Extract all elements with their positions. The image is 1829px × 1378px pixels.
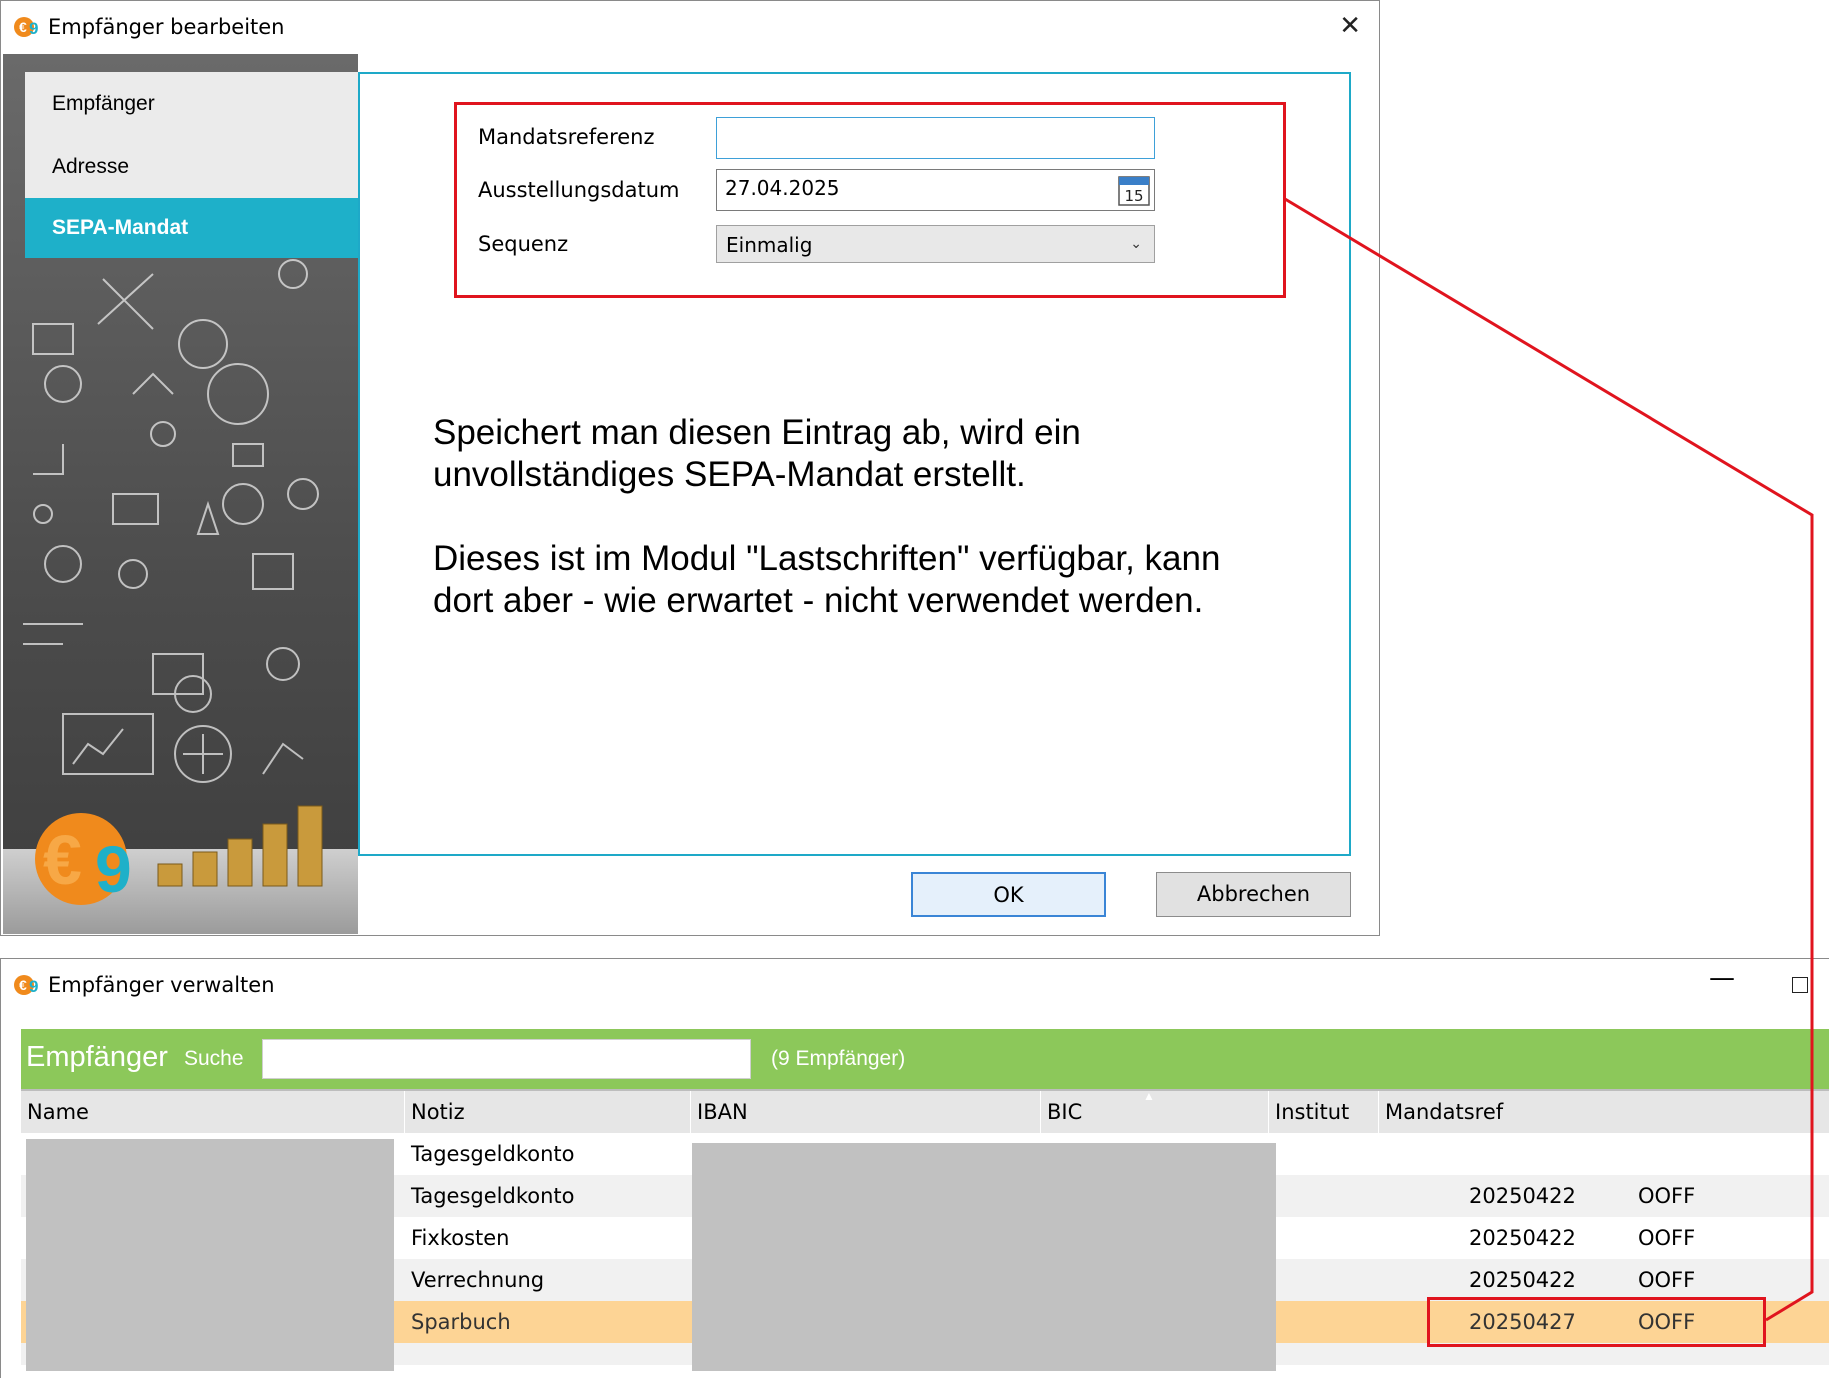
column-header-name[interactable]: Name <box>21 1091 405 1133</box>
recipient-count: (9 Empfänger) <box>771 1047 906 1070</box>
column-header-iban[interactable]: IBAN <box>691 1091 1041 1133</box>
nav-item-empfaenger[interactable]: Empfänger <box>25 72 358 135</box>
table-header: Name Notiz IBAN BIC ▲ Institut Mandatsre… <box>21 1089 1829 1133</box>
nav-item-sepa-mandat[interactable]: SEPA-Mandat <box>25 198 358 258</box>
recipients-header-bar: Empfänger Suche (9 Empfänger) <box>21 1029 1829 1089</box>
recipients-header-title: Empfänger <box>26 1041 168 1073</box>
column-header-institut[interactable]: Institut <box>1269 1091 1379 1133</box>
cancel-button[interactable]: Abbrechen <box>1156 872 1351 917</box>
cell-sequenz: OOFF <box>1638 1268 1696 1292</box>
search-input[interactable] <box>262 1039 751 1079</box>
calendar-day-label: 15 <box>1124 187 1143 205</box>
minimize-icon[interactable]: — <box>1709 963 1735 993</box>
maximize-icon[interactable] <box>1792 977 1808 993</box>
annotation-line-4: dort aber - wie erwartet - nicht verwend… <box>433 581 1204 620</box>
redacted-iban-column <box>692 1143 1276 1371</box>
svg-text:€: € <box>19 977 27 993</box>
column-header-mandatsref[interactable]: Mandatsref <box>1379 1091 1829 1133</box>
annotation-line-1: Speichert man diesen Eintrag ab, wird ei… <box>433 413 1081 452</box>
ok-button[interactable]: OK <box>911 872 1106 917</box>
search-label: Suche <box>184 1047 244 1070</box>
svg-text:€: € <box>43 821 82 899</box>
nav-item-adresse[interactable]: Adresse <box>25 135 358 198</box>
ausstellungsdatum-value: 27.04.2025 <box>725 176 840 200</box>
sequenz-value: Einmalig <box>726 233 813 257</box>
mandatsreferenz-input[interactable] <box>716 117 1155 159</box>
cell-notiz: Verrechnung <box>411 1268 545 1292</box>
column-header-notiz[interactable]: Notiz <box>405 1091 691 1133</box>
ausstellungsdatum-datepicker[interactable]: 27.04.2025 15 <box>716 169 1155 211</box>
cell-mandatsref: 20250422 <box>1469 1268 1576 1292</box>
annotation-line-2: unvollständiges SEPA-Mandat erstellt. <box>433 455 1026 494</box>
close-icon[interactable]: ✕ <box>1339 11 1361 41</box>
dialog-nav: Empfänger Adresse SEPA-Mandat <box>25 72 358 258</box>
dialog-title: Empfänger bearbeiten <box>48 15 285 39</box>
cell-notiz: Tagesgeldkonto <box>411 1184 575 1208</box>
ausstellungsdatum-label: Ausstellungsdatum <box>478 178 680 202</box>
dialog-titlebar: € 9 Empfänger bearbeiten ✕ <box>1 1 1379 53</box>
svg-text:9: 9 <box>29 977 38 996</box>
edit-recipient-dialog: € 9 Empfänger bearbeiten ✕ € 9 Empfänger… <box>0 0 1380 936</box>
redacted-name-column <box>26 1139 394 1371</box>
sequenz-select[interactable]: Einmalig ⌄ <box>716 225 1155 263</box>
cell-notiz: Fixkosten <box>411 1226 510 1250</box>
euro9-logo-icon: € 9 <box>14 975 38 996</box>
mandatsreferenz-label: Mandatsreferenz <box>478 125 655 149</box>
sequenz-label: Sequenz <box>478 232 569 256</box>
cell-mandatsref: 20250422 <box>1469 1226 1576 1250</box>
sidebar: € 9 Empfänger Adresse SEPA-Mandat <box>3 54 358 934</box>
calendar-icon[interactable]: 15 <box>1118 174 1150 206</box>
cell-mandatsref: 20250422 <box>1469 1184 1576 1208</box>
mandatsref-highlight-box <box>1427 1297 1766 1347</box>
chevron-down-icon: ⌄ <box>1130 235 1142 251</box>
euro9-logo-icon: € 9 <box>14 17 38 38</box>
column-header-bic[interactable]: BIC <box>1041 1091 1269 1133</box>
svg-text:9: 9 <box>29 19 38 38</box>
cell-notiz: Tagesgeldkonto <box>411 1142 575 1166</box>
cell-sequenz: OOFF <box>1638 1226 1696 1250</box>
annotation-line-3: Dieses ist im Modul "Lastschriften" verf… <box>433 539 1221 578</box>
window-title: Empfänger verwalten <box>48 973 275 997</box>
cell-notiz: Sparbuch <box>411 1310 511 1334</box>
svg-text:€: € <box>19 19 27 35</box>
cell-sequenz: OOFF <box>1638 1184 1696 1208</box>
sort-ascending-icon: ▲ <box>1143 1089 1155 1103</box>
svg-text:9: 9 <box>95 832 132 906</box>
